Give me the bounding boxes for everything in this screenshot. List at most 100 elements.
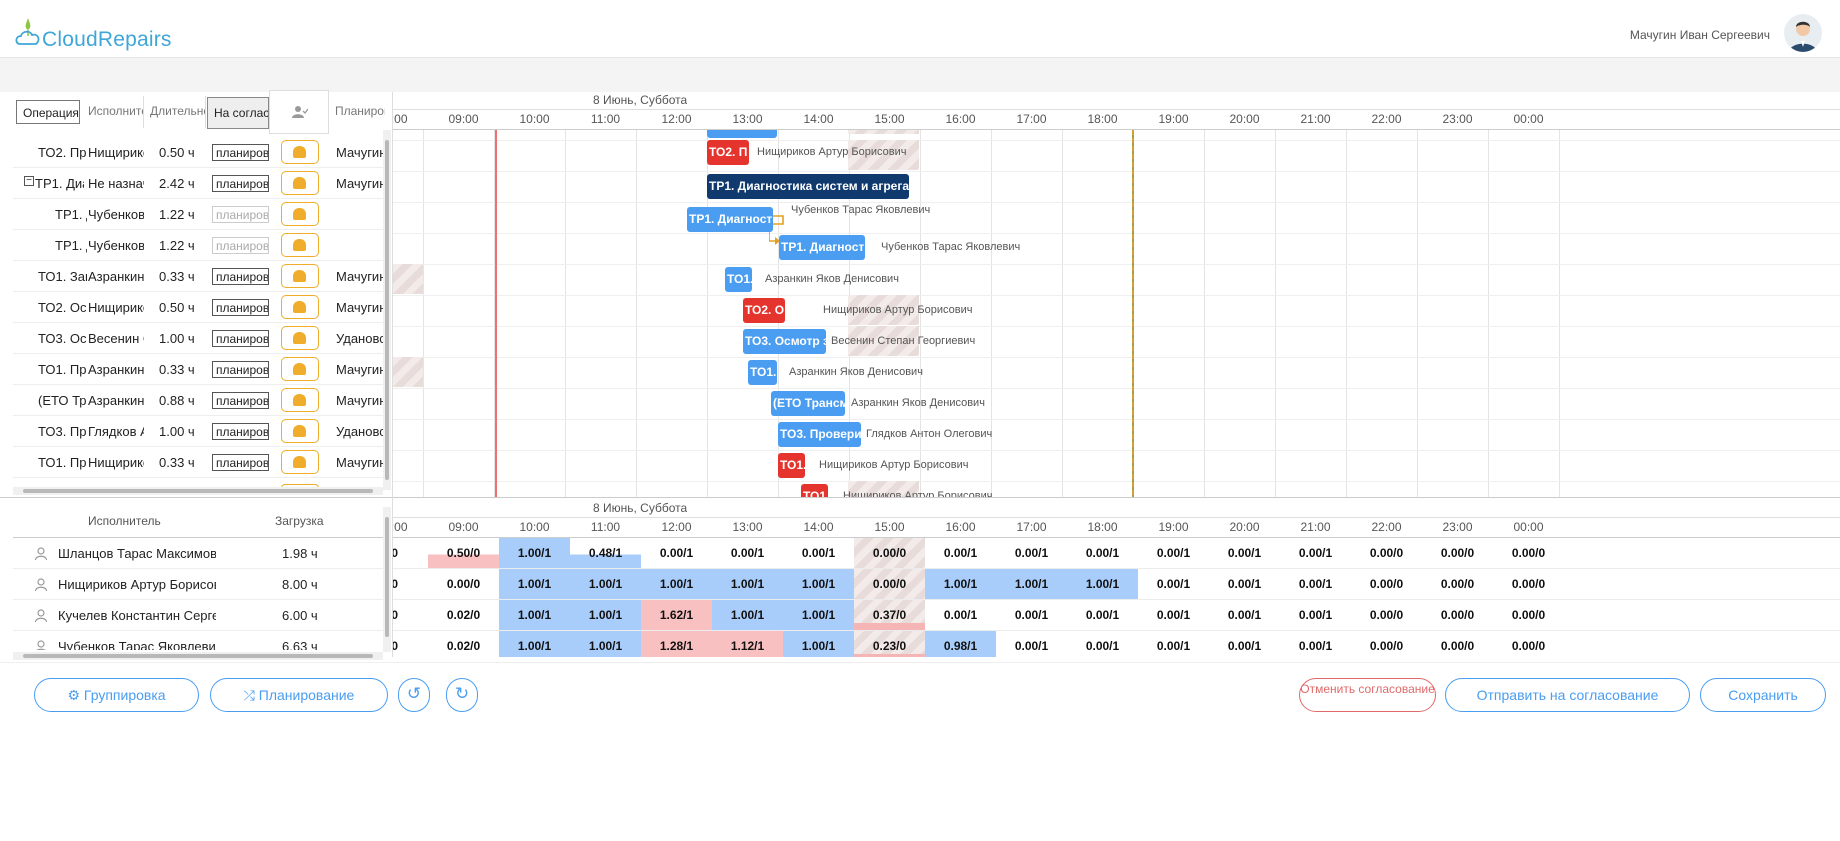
gantt-task-bar[interactable]: ТО2. П: [707, 140, 749, 165]
task-status-select[interactable]: планирова: [212, 268, 269, 285]
user-name[interactable]: Мачугин Иван Сергеевич: [1630, 28, 1770, 42]
task-status-select[interactable]: планирова: [212, 144, 269, 161]
task-row[interactable]: ТР1. ДЧубенков Т 1.22 ч планирова: [13, 199, 385, 230]
task-row[interactable]: ТО1. ПроНищирико 0.33 ч планирова Мачугин: [13, 447, 386, 478]
load-cell: 0.00/0: [1440, 639, 1475, 653]
col-executor[interactable]: Исполнитель: [82, 96, 144, 128]
task-status-select[interactable]: планирова: [212, 175, 269, 192]
assign-executor-button[interactable]: [281, 202, 319, 226]
gantt-task-bar[interactable]: ТО1.: [725, 267, 752, 292]
task-row[interactable]: ТО3. ОсмВесенин С 1.00 ч планирова Удановс: [13, 323, 386, 354]
user-avatar[interactable]: [1784, 14, 1822, 52]
gantt-date-label: 8 Июнь, Суббота: [593, 93, 688, 107]
gantt-bar-partial[interactable]: [707, 130, 777, 138]
task-status-select[interactable]: планирова: [212, 423, 269, 440]
undo-button[interactable]: ↺: [398, 678, 430, 712]
load-cell: 0.37/0: [854, 600, 925, 630]
col-planner[interactable]: Планиров: [329, 96, 385, 128]
save-button[interactable]: Сохранить: [1700, 678, 1826, 712]
planning-workspace: Операция Исполнитель Длительность На сог…: [0, 90, 1840, 662]
task-row[interactable]: ТО1. ПроАзранкин Я 0.33 ч планирова Мачугин: [13, 354, 386, 385]
task-row[interactable]: ТО1. ЗамАзранкин Я 0.33 ч планирова Мачугин: [13, 261, 386, 292]
gantt-bar-resource: Нищириков Артур Борисович: [819, 459, 969, 471]
resource-row[interactable]: Чубенков Тарас Яковлевич 6.63 ч: [13, 631, 385, 650]
collapse-toggle-icon[interactable]: −: [24, 176, 34, 186]
task-planner: Мачугин: [336, 300, 386, 315]
planning-button[interactable]: ⤮ Планирование: [210, 678, 388, 712]
send-approval-button[interactable]: Отправить на согласование: [1445, 678, 1690, 712]
redo-button[interactable]: ↻: [446, 678, 478, 712]
task-grid-hscroll[interactable]: [13, 487, 383, 495]
gantt-task-bar[interactable]: ТР1. Диагностика: [687, 207, 773, 232]
task-status-select[interactable]: планирова: [212, 206, 269, 223]
task-operation: ТР1. Д: [55, 207, 87, 222]
task-status-select[interactable]: планирова: [212, 392, 269, 409]
assign-executor-button[interactable]: [281, 419, 319, 443]
load-cell: 0.00/1: [1298, 546, 1333, 560]
task-row[interactable]: ТО3. ПроГлядков А 1.00 ч планирова Удановс: [13, 416, 386, 447]
gantt-task-bar[interactable]: ТО1.: [801, 484, 828, 497]
load-cell: 0.00/1: [943, 546, 978, 560]
col-approval[interactable]: На согласо: [207, 97, 269, 129]
load-cell: 0.00/1: [1227, 546, 1262, 560]
load-cell: 1.00/1: [570, 631, 641, 657]
load-cell: 0.02/0: [446, 608, 481, 622]
task-row[interactable]: ТО2. ПроНищирико 0.50 ч планирова Мачугин: [13, 137, 386, 168]
load-cell: 0.02/0: [446, 639, 481, 653]
task-status-select[interactable]: планирова: [212, 330, 269, 347]
resource-grid-hscroll[interactable]: [13, 652, 383, 660]
gantt-task-bar[interactable]: ТО3. Осмотр з: [743, 329, 826, 354]
user-icon: [36, 640, 46, 650]
gantt-task-bar[interactable]: ТО1.: [748, 360, 777, 385]
assign-executor-button[interactable]: [281, 388, 319, 412]
col-duration[interactable]: Длительность: [144, 96, 206, 128]
col-resource-load[interactable]: Загрузка: [275, 514, 324, 528]
task-executor: Азранкин Я: [88, 393, 144, 408]
cancel-approval-button[interactable]: Отменить согласование: [1299, 678, 1436, 712]
resource-row[interactable]: Кучелев Константин Серге 6.00 ч: [13, 600, 385, 631]
assign-executor-button[interactable]: [281, 326, 319, 350]
load-cell: 0.00/1: [1156, 577, 1191, 591]
task-row[interactable]: (ЕТО ТраАзранкин Я 0.88 ч планирова Мачугин: [13, 385, 386, 416]
task-row[interactable]: ТР1. ДЧубенков Т 1.22 ч планирова: [13, 230, 385, 261]
gantt-bar-resource: Чубенков Тарас Яковлевич: [791, 204, 931, 216]
resource-row[interactable]: Шланцов Тарас Максимови 1.98 ч: [13, 538, 385, 569]
gantt-task-bar[interactable]: ТО2. О: [743, 298, 785, 323]
gantt-task-bar[interactable]: (ЕТО Трансм: [771, 391, 845, 416]
grouping-button[interactable]: ⚙ Группировка: [34, 678, 199, 712]
gantt-task-bar[interactable]: ТР1. Диагностика: [779, 235, 865, 260]
task-row[interactable]: ТО2. ОсмНищирико 0.50 ч планирова Мачугин: [13, 292, 386, 323]
task-grid-vscroll[interactable]: [383, 130, 391, 490]
task-status-select[interactable]: планирова: [212, 299, 269, 316]
load-cell: 1.00/1: [499, 538, 570, 568]
load-cell: 1.00/1: [712, 569, 783, 599]
load-cell: 0.00/1: [1085, 608, 1120, 622]
resource-row[interactable]: Нищириков Артур Борисов 8.00 ч: [13, 569, 385, 600]
current-time-line: [495, 130, 497, 497]
task-status-select[interactable]: планирова: [212, 361, 269, 378]
gantt-task-bar[interactable]: ТР1. Диагностика систем и агрегатов: [707, 174, 909, 199]
resource-grid-vscroll[interactable]: [383, 507, 391, 652]
resource-load: 6.63 ч: [282, 639, 318, 650]
load-cell: 1.00/1: [499, 569, 570, 599]
assign-executor-button[interactable]: [281, 295, 319, 319]
task-status-select[interactable]: планирова: [212, 237, 269, 254]
assign-executor-button[interactable]: [281, 233, 319, 257]
resource-name: Чубенков Тарас Яковлевич: [58, 639, 216, 650]
col-resource-name[interactable]: Исполнитель: [88, 514, 161, 528]
task-status-select[interactable]: планирова: [212, 454, 269, 471]
task-duration: 0.33 ч: [159, 269, 195, 284]
load-cell: 1.00/1: [925, 569, 996, 599]
assign-executor-button[interactable]: [281, 171, 319, 195]
assign-executor-button[interactable]: [281, 264, 319, 288]
assign-executor-button[interactable]: [281, 140, 319, 164]
assign-executor-button[interactable]: [281, 357, 319, 381]
load-cell: 1.62/1: [641, 600, 712, 630]
load-cell: 0.23/0: [854, 631, 925, 657]
gantt-task-bar[interactable]: ТО3. Проверит: [778, 422, 861, 447]
assign-executor-button[interactable]: [281, 450, 319, 474]
task-row[interactable]: −ТР1. Диа Не назначе 2.42 ч планирова Мачуги…: [13, 168, 386, 199]
col-assign[interactable]: [269, 90, 329, 134]
gantt-task-bar[interactable]: ТО1.: [778, 453, 805, 478]
col-operation[interactable]: Операция: [16, 100, 80, 124]
